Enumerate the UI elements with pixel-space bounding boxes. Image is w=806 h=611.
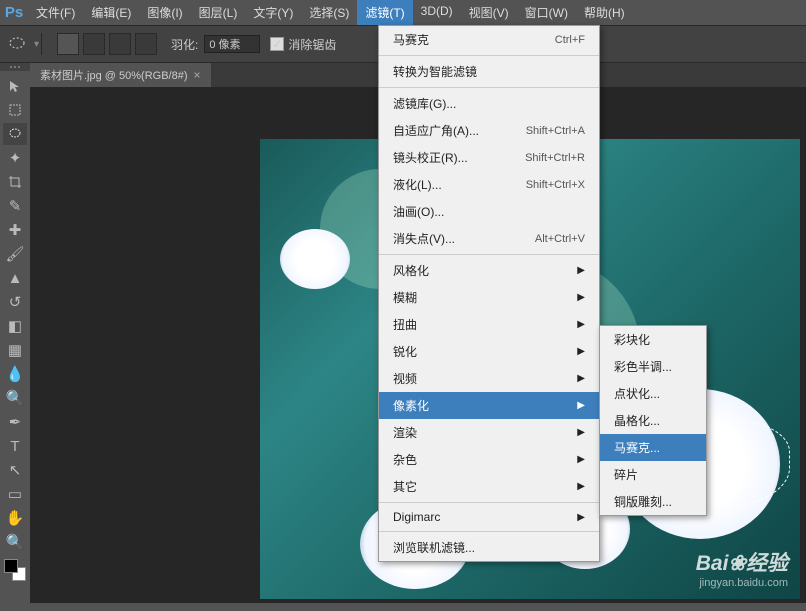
- dodge-tool[interactable]: 🔍: [3, 387, 27, 409]
- selection-add-button[interactable]: [83, 33, 105, 55]
- feather-label: 羽化:: [171, 36, 198, 53]
- document-tab-title: 素材图片.jpg @ 50%(RGB/8#): [40, 67, 188, 83]
- menu-视图(V)[interactable]: 视图(V): [461, 0, 517, 25]
- pen-tool[interactable]: ✒: [3, 411, 27, 433]
- brush-tool[interactable]: 🖌: [3, 243, 27, 265]
- menubar: Ps 文件(F)编辑(E)图像(I)图层(L)文字(Y)选择(S)滤镜(T)3D…: [0, 0, 806, 25]
- hand-tool[interactable]: ✋: [3, 507, 27, 529]
- filter-item[interactable]: 风格化▶: [379, 257, 599, 284]
- filter-item[interactable]: 杂色▶: [379, 446, 599, 473]
- close-icon[interactable]: ×: [194, 68, 201, 82]
- filter-menu-dropdown: 马赛克Ctrl+F 转换为智能滤镜滤镜库(G)...自适应广角(A)...Shif…: [378, 25, 600, 562]
- filter-item[interactable]: 像素化▶: [379, 392, 599, 419]
- filter-item[interactable]: 自适应广角(A)...Shift+Ctrl+A: [379, 117, 599, 144]
- eyedropper-tool[interactable]: ✎: [3, 195, 27, 217]
- watermark: Bai❀经验 jingyan.baidu.com: [696, 547, 788, 589]
- menu-文件(F)[interactable]: 文件(F): [28, 0, 83, 25]
- history-brush-tool[interactable]: ↺: [3, 291, 27, 313]
- shape-tool[interactable]: ▭: [3, 483, 27, 505]
- filter-item[interactable]: 镜头校正(R)...Shift+Ctrl+R: [379, 144, 599, 171]
- feather-input[interactable]: [204, 35, 260, 53]
- document-tab[interactable]: 素材图片.jpg @ 50%(RGB/8#) ×: [30, 63, 211, 87]
- submenu-item[interactable]: 晶格化...: [600, 407, 706, 434]
- toolbar: ✦ ✎ ✚ 🖌 ▲ ↺ ◧ ▦ 💧 🔍 ✒ T ↖ ▭ ✋ 🔍: [0, 71, 30, 611]
- menu-文字(Y)[interactable]: 文字(Y): [245, 0, 301, 25]
- menu-滤镜(T)[interactable]: 滤镜(T): [357, 0, 412, 25]
- move-tool[interactable]: [3, 75, 27, 97]
- menu-图像(I)[interactable]: 图像(I): [139, 0, 190, 25]
- marquee-tool[interactable]: [3, 99, 27, 121]
- filter-item[interactable]: 视频▶: [379, 365, 599, 392]
- app-logo: Ps: [0, 0, 28, 25]
- crop-tool[interactable]: [3, 171, 27, 193]
- selection-subtract-button[interactable]: [109, 33, 131, 55]
- color-wells[interactable]: [4, 559, 26, 581]
- selection-new-button[interactable]: [57, 33, 79, 55]
- menu-编辑(E)[interactable]: 编辑(E): [83, 0, 139, 25]
- eraser-tool[interactable]: ◧: [3, 315, 27, 337]
- antialias-label: 消除锯齿: [288, 36, 336, 53]
- menu-图层(L)[interactable]: 图层(L): [191, 0, 246, 25]
- blur-tool[interactable]: 💧: [3, 363, 27, 385]
- submenu-item[interactable]: 碎片: [600, 461, 706, 488]
- selection-intersect-button[interactable]: [135, 33, 157, 55]
- filter-item[interactable]: Digimarc▶: [379, 505, 599, 529]
- filter-item[interactable]: 转换为智能滤镜: [379, 58, 599, 85]
- wand-tool[interactable]: ✦: [3, 147, 27, 169]
- filter-item[interactable]: 锐化▶: [379, 338, 599, 365]
- menu-窗口(W)[interactable]: 窗口(W): [517, 0, 576, 25]
- gradient-tool[interactable]: ▦: [3, 339, 27, 361]
- menu-帮助(H)[interactable]: 帮助(H): [576, 0, 633, 25]
- submenu-item[interactable]: 彩块化: [600, 326, 706, 353]
- lasso-tool[interactable]: [3, 123, 27, 145]
- menu-选择(S)[interactable]: 选择(S): [301, 0, 357, 25]
- path-tool[interactable]: ↖: [3, 459, 27, 481]
- healing-tool[interactable]: ✚: [3, 219, 27, 241]
- menu-3D(D)[interactable]: 3D(D): [413, 0, 461, 25]
- stamp-tool[interactable]: ▲: [3, 267, 27, 289]
- filter-item[interactable]: 渲染▶: [379, 419, 599, 446]
- submenu-item[interactable]: 彩色半调...: [600, 353, 706, 380]
- filter-item[interactable]: 消失点(V)...Alt+Ctrl+V: [379, 225, 599, 252]
- zoom-tool[interactable]: 🔍: [3, 531, 27, 553]
- submenu-item[interactable]: 点状化...: [600, 380, 706, 407]
- filter-item[interactable]: 液化(L)...Shift+Ctrl+X: [379, 171, 599, 198]
- toolbar-grip[interactable]: [0, 63, 30, 71]
- filter-item[interactable]: 马赛克Ctrl+F: [379, 26, 599, 53]
- antialias-checkbox[interactable]: ✓: [270, 37, 284, 51]
- submenu-item[interactable]: 马赛克...: [600, 434, 706, 461]
- pixelate-submenu-dropdown: 彩块化彩色半调...点状化...晶格化...马赛克...碎片铜版雕刻...: [599, 325, 707, 516]
- filter-item[interactable]: 浏览联机滤镜...: [379, 534, 599, 561]
- filter-item[interactable]: 滤镜库(G)...: [379, 90, 599, 117]
- filter-item[interactable]: 扭曲▶: [379, 311, 599, 338]
- submenu-item[interactable]: 铜版雕刻...: [600, 488, 706, 515]
- type-tool[interactable]: T: [3, 435, 27, 457]
- filter-item[interactable]: 其它▶: [379, 473, 599, 500]
- filter-item[interactable]: 模糊▶: [379, 284, 599, 311]
- lasso-icon[interactable]: [6, 33, 28, 55]
- filter-item[interactable]: 油画(O)...: [379, 198, 599, 225]
